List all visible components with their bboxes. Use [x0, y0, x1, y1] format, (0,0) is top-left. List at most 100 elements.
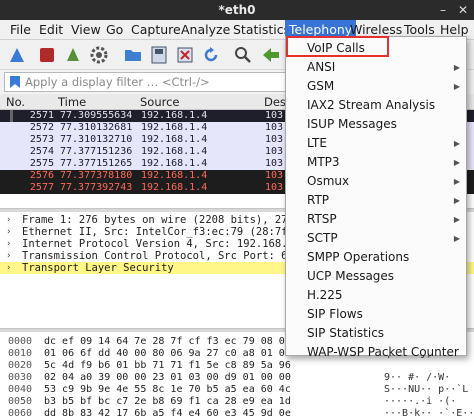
menu-item-label: VoIP Calls	[307, 41, 365, 55]
packet-source: 192.168.1.4	[141, 182, 208, 193]
hex-row[interactable]: 0050 b3 b5 bf bc c7 2e b8 69 f1 ca 28 e9…	[0, 396, 474, 408]
menu-view[interactable]: View	[67, 20, 105, 40]
packet-no: 2575	[29, 158, 54, 169]
menu-item-label: H.225	[307, 288, 343, 302]
shark-fin-start-icon[interactable]	[6, 44, 28, 66]
menu-lte[interactable]: LTE ▶	[286, 134, 466, 153]
menu-item-label: SIP Statistics	[307, 326, 385, 340]
packet-time: 77.377378180	[60, 170, 133, 181]
menu-sctp[interactable]: SCTP ▶	[286, 229, 466, 248]
menu-item-label: LTE	[307, 136, 327, 150]
hex-offset: 0040	[8, 384, 33, 395]
hex-ascii: S···NU·· p··`L	[384, 384, 469, 395]
close-button[interactable]: ✕	[458, 0, 468, 20]
menu-sip-flows[interactable]: SIP Flows	[286, 305, 466, 324]
column-source[interactable]: Source	[140, 95, 180, 109]
hex-offset: 0030	[8, 372, 33, 383]
hex-offset: 0050	[8, 396, 33, 407]
menu-file[interactable]: File	[6, 20, 35, 40]
menu-analyze[interactable]: Analyze	[177, 20, 234, 40]
packet-source: 192.168.1.4	[141, 110, 208, 121]
expand-arrow-icon[interactable]: ›	[6, 262, 16, 274]
reload-icon[interactable]	[200, 44, 222, 66]
hex-bytes: b3 b5 bf bc c7 2e b8 69 f1 ca 28 e9 ea 1…	[44, 396, 291, 407]
close-file-icon[interactable]	[174, 44, 196, 66]
bookmark-icon[interactable]	[8, 75, 22, 89]
expand-arrow-icon[interactable]: ›	[6, 214, 16, 226]
hex-bytes: 01 06 6f dd 40 00 80 06 9a 27 c0 a8 01 0…	[44, 348, 291, 359]
hex-ascii: ···B·k·· ·`·E··	[384, 408, 474, 418]
menu-h225[interactable]: H.225	[286, 286, 466, 305]
submenu-arrow-icon: ▶	[453, 63, 460, 72]
menu-edit[interactable]: Edit	[35, 20, 67, 40]
hex-bytes: 53 c9 9b 9e 4e 55 8c 1e 70 b5 a5 ea 60 4…	[44, 384, 291, 395]
menu-item-label: SMPP Operations	[307, 250, 410, 264]
menu-item-label: RTSP	[307, 212, 337, 226]
hex-row[interactable]: 0030 02 04 a0 39 00 00 23 01 03 00 d9 01…	[0, 372, 474, 384]
menu-item-label: ANSI	[307, 60, 336, 74]
find-packet-icon[interactable]	[232, 44, 254, 66]
restart-capture-icon[interactable]	[62, 44, 84, 66]
open-folder-icon[interactable]	[122, 44, 144, 66]
minimize-button[interactable]: –	[440, 0, 446, 20]
hex-row[interactable]: 0040 53 c9 9b 9e 4e 55 8c 1e 70 b5 a5 ea…	[0, 384, 474, 396]
save-file-icon[interactable]	[148, 44, 170, 66]
hex-row[interactable]: 0060 dd 8b 83 42 17 6b a5 f4 e4 60 e3 45…	[0, 408, 474, 418]
detail-text: Transmission Control Protocol, Src Port:…	[22, 250, 307, 262]
menu-ansi[interactable]: ANSI ▶	[286, 58, 466, 77]
packet-no: 2576	[29, 170, 54, 181]
menu-item-label: Osmux	[307, 174, 350, 188]
packet-source: 192.168.1.4	[141, 146, 208, 157]
packet-time: 77.377151265	[60, 158, 133, 169]
packet-no: 2572	[29, 122, 54, 133]
hex-ascii: ·····.·i ·(·	[384, 396, 457, 407]
menu-iax2-stream-analysis[interactable]: IAX2 Stream Analysis	[286, 96, 466, 115]
gear-icon[interactable]	[88, 44, 110, 66]
menu-item-label: GSM	[307, 79, 335, 93]
menu-voip-calls[interactable]: VoIP Calls	[286, 39, 466, 58]
hex-offset: 0020	[8, 360, 33, 371]
go-back-arrow-icon[interactable]	[260, 44, 282, 66]
hex-bytes: 5c 4d f9 b6 01 bb 71 71 f1 5e c8 89 5a 9…	[44, 360, 291, 371]
display-filter-bar[interactable]	[4, 72, 294, 92]
packet-no: 2577	[29, 182, 54, 193]
packet-time: 77.310132681	[60, 122, 133, 133]
hex-bytes: dc ef 09 14 64 7e 28 7f cf f3 ec 79 08 0…	[44, 336, 291, 347]
wireshark-window: *eth0 – ✕ File Edit View Go Capture Anal…	[0, 0, 474, 418]
expand-arrow-icon[interactable]: ›	[6, 226, 16, 238]
packet-source: 192.168.1.4	[141, 170, 208, 181]
menu-item-label: UCP Messages	[307, 269, 395, 283]
detail-text: Frame 1: 276 bytes on wire (2208 bits), …	[22, 214, 307, 226]
menu-isup-messages[interactable]: ISUP Messages	[286, 115, 466, 134]
menu-smpp-operations[interactable]: SMPP Operations	[286, 248, 466, 267]
menu-ucp-messages[interactable]: UCP Messages	[286, 267, 466, 286]
menu-item-label: MTP3	[307, 155, 340, 169]
expand-arrow-icon[interactable]: ›	[6, 250, 16, 262]
menu-rtp[interactable]: RTP ▶	[286, 191, 466, 210]
menu-rtsp[interactable]: RTSP ▶	[286, 210, 466, 229]
hex-bytes: dd 8b 83 42 17 6b a5 f4 e4 60 e3 45 9d 0…	[44, 408, 291, 418]
expand-arrow-icon[interactable]: ›	[6, 238, 16, 250]
menu-item-label: ISUP Messages	[307, 117, 397, 131]
hex-ascii: 9·· #· /·W·	[384, 372, 451, 383]
menu-osmux[interactable]: Osmux ▶	[286, 172, 466, 191]
packet-time: 77.377151236	[60, 146, 133, 157]
menu-wap-wsp-packet-counter[interactable]: WAP-WSP Packet Counter	[286, 343, 466, 362]
hex-offset: 0010	[8, 348, 33, 359]
menu-sip-statistics[interactable]: SIP Statistics	[286, 324, 466, 343]
column-time[interactable]: Time	[58, 95, 86, 109]
display-filter-input[interactable]	[25, 74, 290, 90]
submenu-arrow-icon: ▶	[453, 139, 460, 148]
packet-no: 2571	[29, 110, 54, 121]
detail-text: Ethernet II, Src: IntelCor_f3:ec:79 (28:…	[22, 226, 307, 238]
menu-gsm[interactable]: GSM ▶	[286, 77, 466, 96]
menu-item-label: SCTP	[307, 231, 338, 245]
submenu-arrow-icon: ▶	[453, 158, 460, 167]
packet-no: 2574	[29, 146, 54, 157]
hex-offset: 0060	[8, 408, 33, 418]
menu-mtp3[interactable]: MTP3 ▶	[286, 153, 466, 172]
menu-go[interactable]: Go	[102, 20, 127, 40]
stop-capture-icon[interactable]	[36, 44, 58, 66]
packet-source: 192.168.1.4	[141, 134, 208, 145]
column-no[interactable]: No.	[6, 95, 25, 109]
